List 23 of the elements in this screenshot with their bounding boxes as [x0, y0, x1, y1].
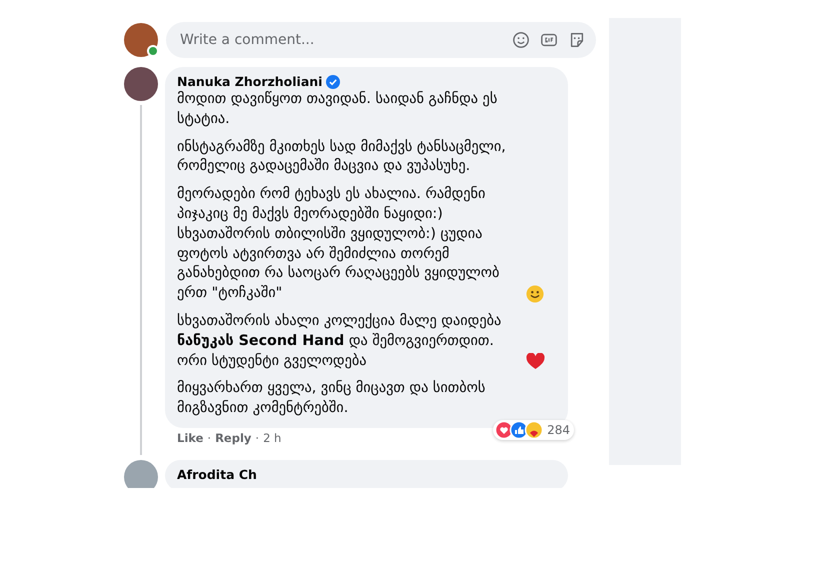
- heart-icon: [526, 353, 545, 370]
- comment-paragraph: მეორადები რომ ტეხავს ეს ახალია. რამდენი პიჯაკიც მე მაქვს მეორადებში ნაყიდი:) სხვათაშორის თბილისში ვყიდულობ:) ცუდია ფოტოს ატვირთვა არ შემიძლია თორემ განახებდით რა საოცარ რაღაცეებს ვყიდულობ ერთ "ტოჩკაში": [177, 185, 500, 304]
- comment-input[interactable]: Write a comment...: [178, 31, 502, 49]
- comment-paragraph: მოდით დავიწყოთ თავიდან. საიდან გაჩნდა ეს სტატია.: [177, 90, 498, 129]
- separator-dot: ·: [255, 430, 260, 445]
- author-name[interactable]: Nanuka Zhorzholiani: [177, 74, 322, 89]
- emoji-icon[interactable]: [512, 31, 530, 49]
- comment-action-link[interactable]: Reply: [215, 430, 252, 445]
- gif-icon[interactable]: [540, 31, 558, 49]
- comment-time[interactable]: 2 h: [263, 430, 282, 445]
- comment-action-link[interactable]: Like: [177, 430, 204, 445]
- comment-paragraph: სხვათაშორის ახალი კოლექცია მალე დაიდება ნანუკას Second Hand და შემოგვიერთდით. ორი სტუდენტი გველოდება: [177, 312, 502, 371]
- commenter-avatar[interactable]: [124, 67, 158, 101]
- comment-field[interactable]: Write a comment...: [166, 22, 596, 58]
- sticker-icon[interactable]: [568, 31, 586, 49]
- user-avatar: [124, 23, 158, 57]
- separator-dot: ·: [207, 430, 212, 445]
- comment-paragraph: მიყვარხართ ყველა, ვინც მიცავთ და სითბოს მიგზავნით კომენტრებში.: [177, 379, 486, 418]
- author-name[interactable]: Afrodita Ch: [177, 466, 257, 482]
- reaction-count: 284: [547, 422, 570, 437]
- smiley-icon: [526, 284, 544, 303]
- comment-paragraph: ინსტაგრამზე მკითხეს სად მიმაქვს ტანსაცმელი, რომელიც გადაცემაში მაცვია და ვუპასუხე.: [177, 138, 507, 176]
- reactions-summary[interactable]: 284: [493, 420, 574, 440]
